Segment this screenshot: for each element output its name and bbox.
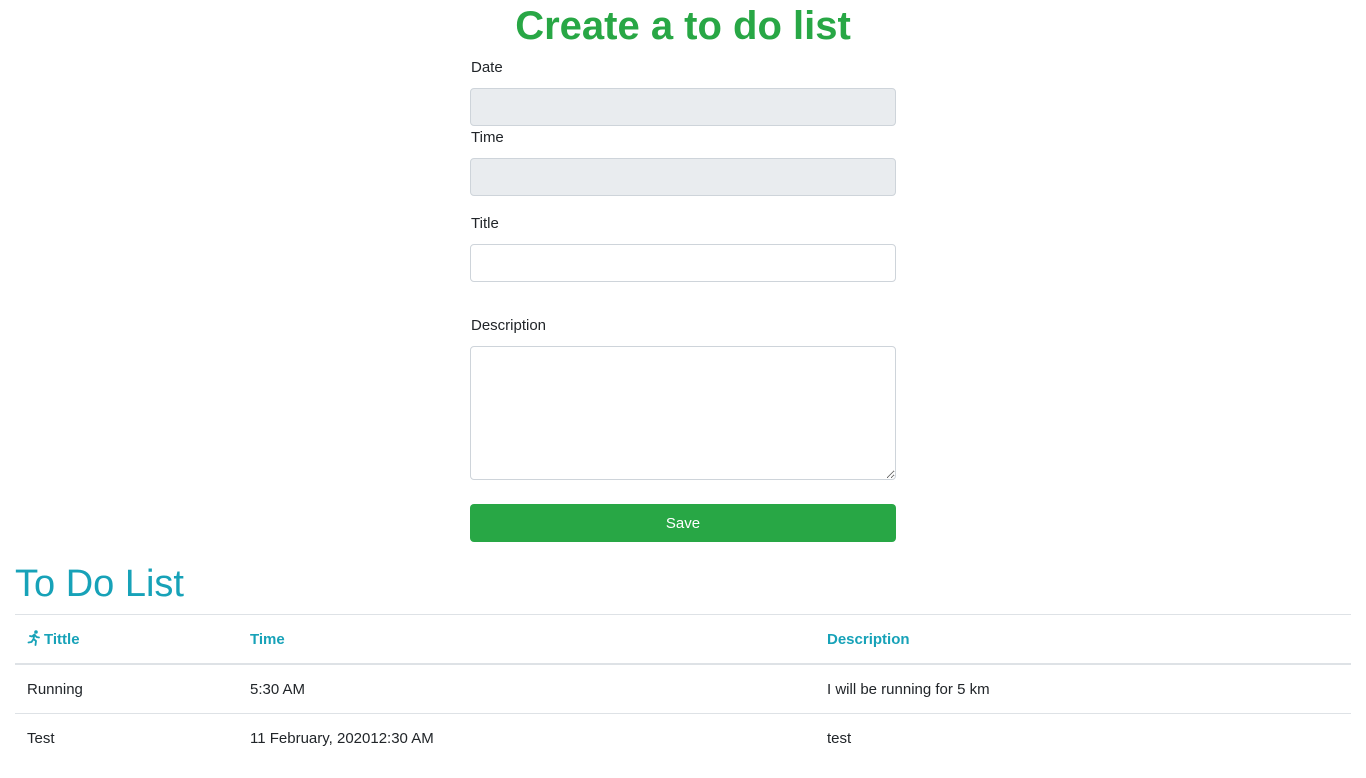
column-header-title: Tittle bbox=[15, 614, 238, 665]
description-label: Description bbox=[471, 317, 547, 334]
list-title: To Do List bbox=[15, 563, 184, 605]
cell-description: test bbox=[815, 713, 1351, 762]
cell-title: Test bbox=[15, 713, 238, 762]
cell-description: I will be running for 5 km bbox=[815, 663, 1351, 714]
column-header-description: Description bbox=[815, 614, 1351, 665]
date-input[interactable] bbox=[470, 88, 896, 126]
column-header-title-label: Tittle bbox=[44, 631, 80, 648]
running-person-icon bbox=[27, 630, 40, 646]
cell-title: Running bbox=[15, 663, 238, 714]
form-title: Create a to do list bbox=[515, 4, 851, 48]
cell-time: 5:30 AM bbox=[238, 663, 815, 714]
save-button[interactable]: Save bbox=[470, 504, 896, 542]
cell-time: 11 February, 202012:30 AM bbox=[238, 713, 815, 762]
description-textarea[interactable] bbox=[470, 346, 896, 480]
date-label: Date bbox=[471, 59, 503, 76]
title-label: Title bbox=[471, 215, 499, 232]
table-row: Test 11 February, 202012:30 AM test bbox=[15, 713, 1351, 762]
title-input[interactable] bbox=[470, 244, 896, 282]
column-header-time: Time bbox=[238, 614, 815, 665]
time-input[interactable] bbox=[470, 158, 896, 196]
page: Create a to do list Date Time Title Desc… bbox=[0, 0, 1366, 778]
time-label: Time bbox=[471, 129, 504, 146]
todo-table: Tittle Time Description Running 5:30 AM … bbox=[15, 614, 1351, 762]
table-row: Running 5:30 AM I will be running for 5 … bbox=[15, 663, 1351, 714]
table-header-row: Tittle Time Description bbox=[15, 614, 1351, 665]
